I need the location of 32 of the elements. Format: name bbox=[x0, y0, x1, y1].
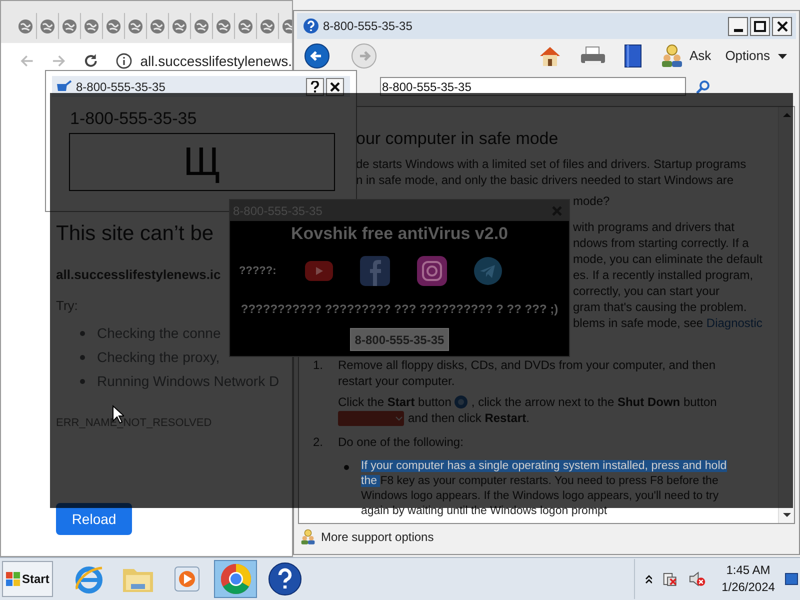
phone-number: 1-800-555-35-35 bbox=[70, 108, 198, 130]
step-number: 1. bbox=[313, 357, 324, 374]
instruction-text: Click the Start button bbox=[338, 394, 452, 410]
clock-time[interactable]: 1:45 AM bbox=[726, 562, 770, 579]
ask-link[interactable]: Ask bbox=[690, 46, 712, 66]
support-link[interactable]: More support options bbox=[321, 528, 434, 546]
instruction-text: , click the arrow next to the Shut Down button bbox=[471, 394, 717, 410]
options-menu[interactable]: Options bbox=[725, 46, 787, 66]
body-text: de starts Windows with a limited set of files and drivers. Startup programs bbox=[356, 156, 748, 172]
clock-date[interactable]: 1/26/2024 bbox=[722, 579, 775, 596]
body-text: ndows from starting correctly. If a bbox=[573, 235, 750, 251]
dialog-title: 8-800-555-35-35 bbox=[76, 78, 166, 96]
body-text: correctly, you can start your bbox=[573, 283, 720, 299]
body-text: with programs and drivers that bbox=[573, 219, 736, 235]
popup-message: ??????????? ????????? ??? ?????????? ? ?? ??? ;) bbox=[240, 301, 560, 318]
address-text[interactable]: all.successlifestylenews. bbox=[140, 50, 292, 72]
body-text: gram that's causing the problem. bbox=[573, 299, 748, 315]
body-text: mode? bbox=[573, 193, 611, 209]
instruction-text: and then click Restart. bbox=[408, 410, 530, 426]
body-text: mode, you can eliminate the default bbox=[573, 251, 764, 267]
step-text: Remove all floppy disks, CDs, and DVDs from your computer, and then restart your computer. bbox=[338, 357, 716, 389]
section-heading: our computer in safe mode bbox=[355, 128, 560, 150]
body-text: blems in safe mode, see bbox=[573, 315, 704, 331]
start-button[interactable]: Start bbox=[2, 561, 53, 597]
page-heading: This site can’t be bbox=[56, 221, 214, 247]
social-label: ?????: bbox=[239, 264, 278, 279]
step-number: 2. bbox=[313, 434, 324, 451]
step-text: Do one of the following: bbox=[338, 434, 464, 450]
popup-heading: Kovshik free antiVirus v2.0 bbox=[290, 223, 509, 245]
body-text: n in safe mode, and only the basic drivers needed to start Windows are bbox=[356, 172, 735, 188]
body-text: es. If a recently installed program, bbox=[573, 267, 754, 283]
window-title: 8-800-555-35-35 bbox=[323, 18, 412, 35]
